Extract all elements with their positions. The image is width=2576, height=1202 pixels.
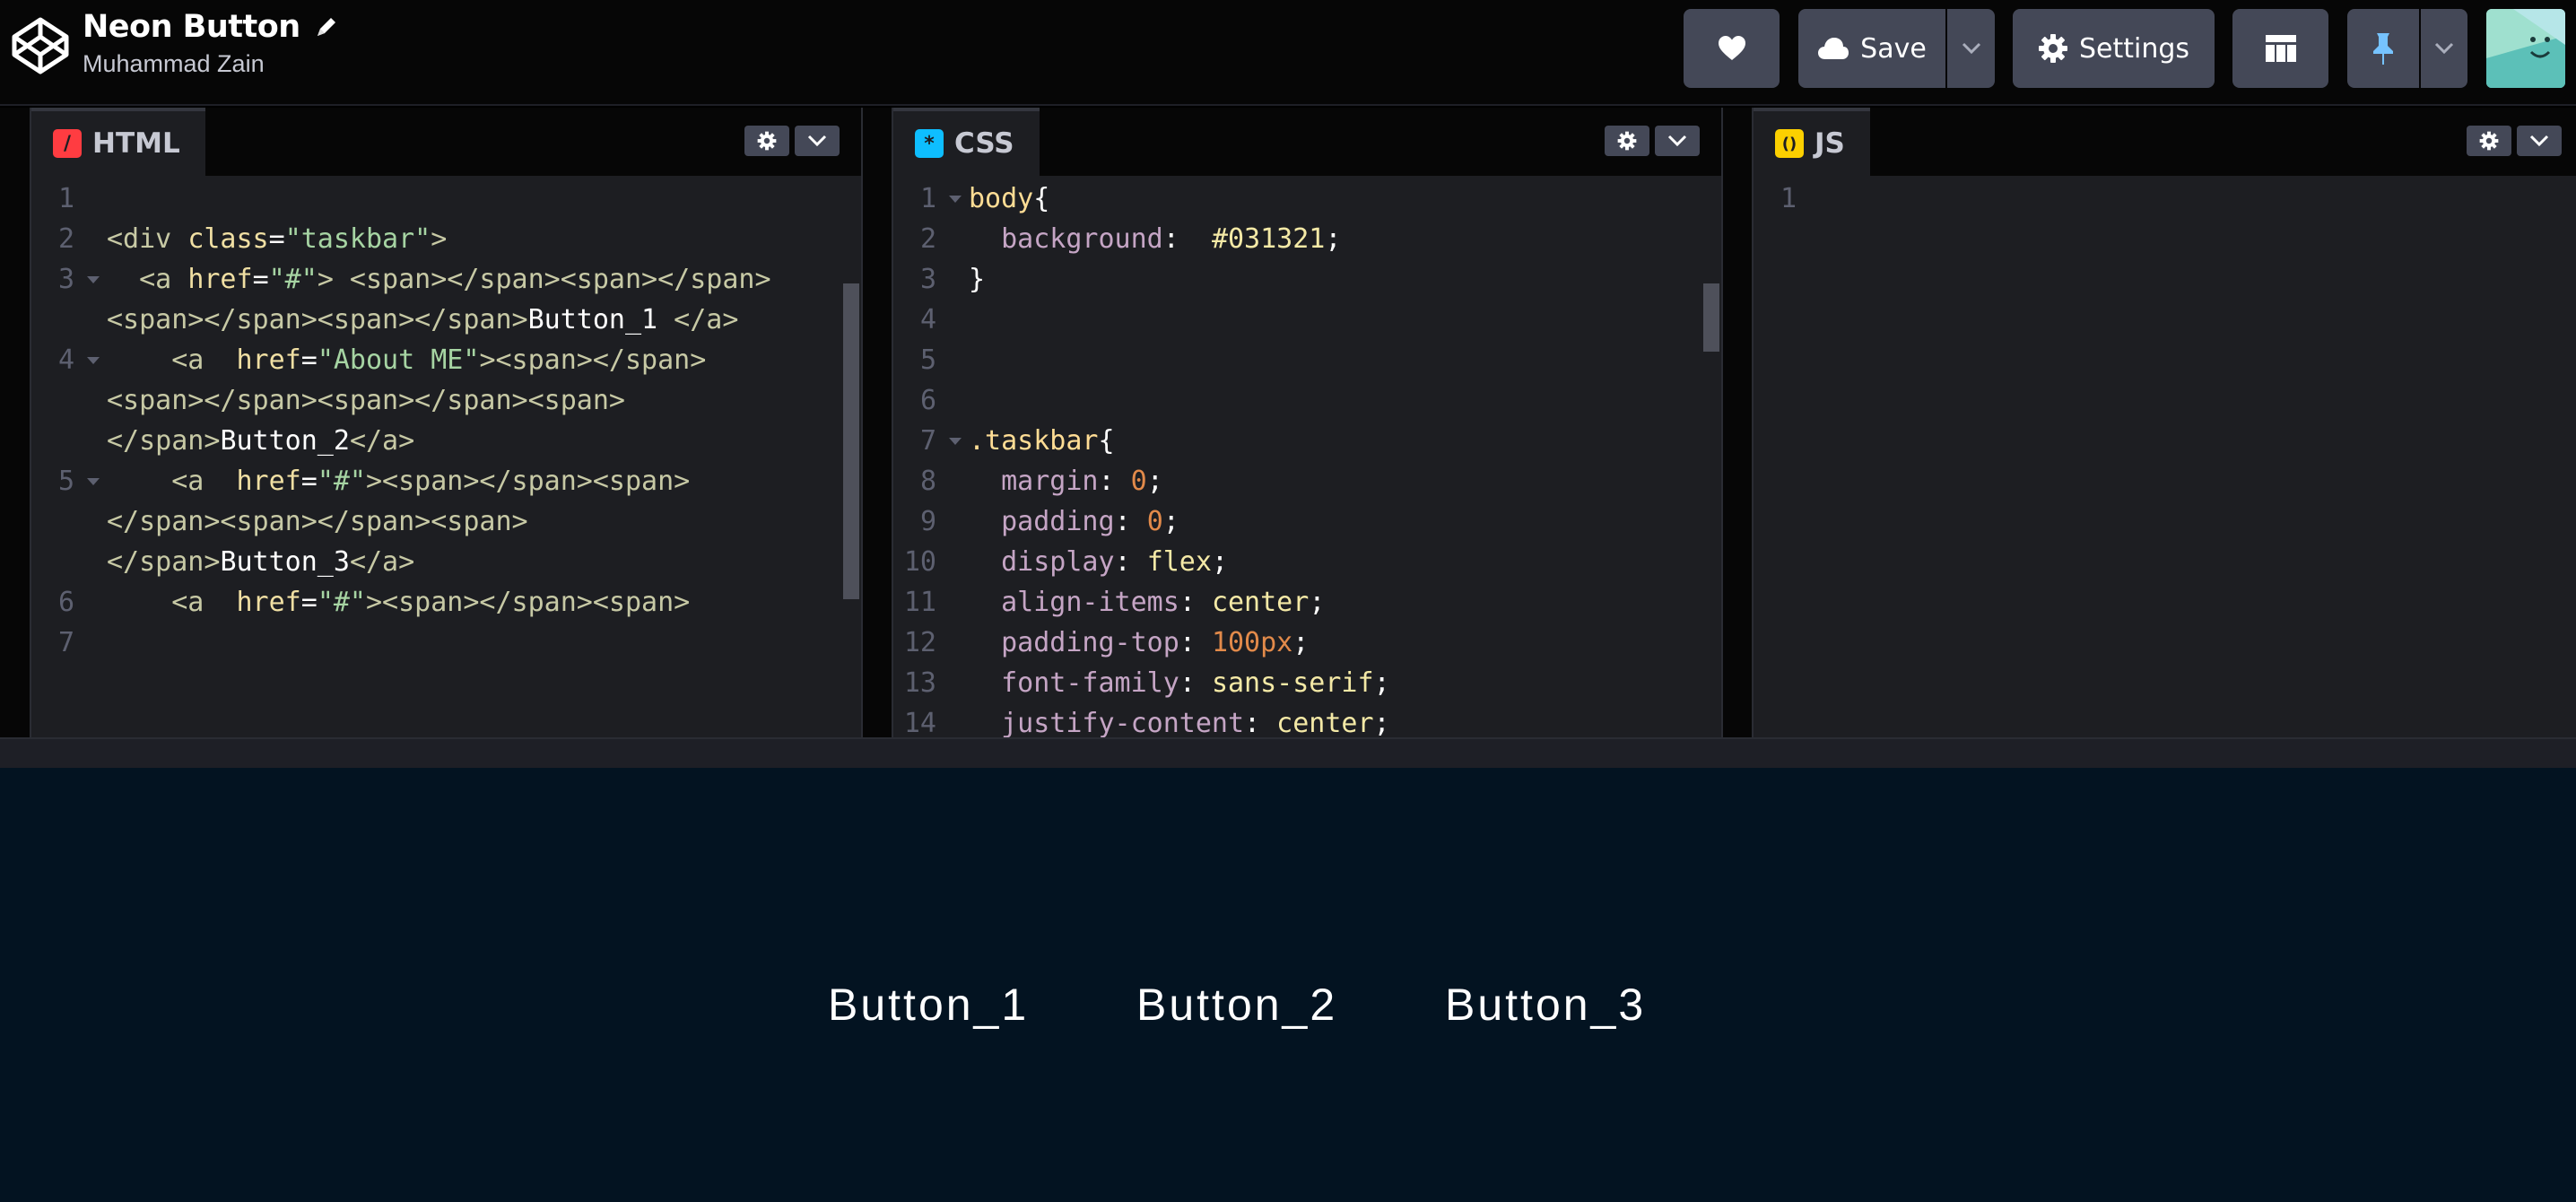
tab-css[interactable]: * CSS <box>893 108 1040 176</box>
edit-pencil-icon[interactable] <box>313 13 340 40</box>
code-line-wrap: </span><span></span><span> <box>107 506 528 537</box>
cloud-icon <box>1818 38 1849 59</box>
code-line: 13 font-family: sans-serif; <box>903 667 1390 699</box>
fold-arrow-icon[interactable] <box>87 357 100 364</box>
fold-arrow-icon[interactable] <box>87 276 100 283</box>
html-tab-icon: / <box>53 129 82 158</box>
code-line: 4 <a href = "About ME" ><span></span> <box>57 344 707 376</box>
css-tab-icon: * <box>915 129 944 158</box>
tab-js-label: JS <box>1815 127 1845 160</box>
code-line: 7 .taskbar{ <box>919 425 1115 457</box>
pen-title-text[interactable]: Neon Button <box>83 9 300 45</box>
css-scrollbar[interactable] <box>1703 283 1719 352</box>
code-line: 1 <box>1780 183 1797 214</box>
settings-label: Settings <box>2078 32 2190 65</box>
code-line: 8 margin: 0; <box>919 466 1163 497</box>
tab-html-label: HTML <box>92 127 180 160</box>
preview-button-3[interactable]: Button_3 <box>1445 979 1646 1031</box>
layout-grid-icon <box>2265 35 2296 62</box>
chevron-down-icon <box>1667 135 1687 147</box>
gear-icon <box>2038 34 2067 63</box>
settings-button[interactable]: Settings <box>2013 9 2215 88</box>
save-label: Save <box>1860 32 1927 65</box>
author-name[interactable]: Muhammad Zain <box>83 50 340 78</box>
js-editor-pane: () JS 1 <box>1752 108 2576 737</box>
tab-html[interactable]: / HTML <box>31 108 205 176</box>
css-code-editor[interactable]: 1 body{ 2 background: #031321; 3} 4 5 6 7… <box>893 176 1721 737</box>
love-button[interactable] <box>1684 9 1780 88</box>
js-tab-icon: () <box>1775 129 1804 158</box>
code-line: 14 justify-content: center; <box>903 708 1390 737</box>
pen-title[interactable]: Neon Button <box>83 9 340 45</box>
tab-js[interactable]: () JS <box>1754 108 1870 176</box>
heart-icon <box>1718 36 1745 60</box>
top-header: Neon Button Muhammad Zain Save Settings <box>0 0 2576 106</box>
codepen-logo-icon[interactable] <box>11 16 70 75</box>
preview-button-1[interactable]: Button_1 <box>828 979 1029 1031</box>
gear-icon <box>757 131 777 151</box>
code-line: 2 <div class = "taskbar" > <box>57 223 448 255</box>
pin-options-dropdown[interactable] <box>2421 9 2467 88</box>
html-collapse-button[interactable] <box>795 126 840 156</box>
html-settings-button[interactable] <box>744 126 789 156</box>
code-line: 6 <a href = "#" ><span></span><span> <box>57 587 691 618</box>
code-line: 1 body{ <box>919 183 1050 214</box>
html-editor-pane: / HTML 1 2 <div class = "taskbar" > 3 <a hre… <box>30 108 863 737</box>
pen-title-block: Neon Button Muhammad Zain <box>83 9 340 78</box>
code-line-wrap: <span></span><span></span><span> <box>107 385 625 416</box>
html-tabbar: / HTML <box>31 108 861 176</box>
css-settings-button[interactable] <box>1605 126 1649 156</box>
pin-icon <box>2373 33 2393 65</box>
fold-arrow-icon[interactable] <box>949 438 962 445</box>
user-avatar[interactable] <box>2486 9 2565 88</box>
code-line: 12 padding-top: 100px; <box>903 627 1310 658</box>
code-line: 9 padding: 0; <box>919 506 1179 537</box>
css-tabbar: * CSS <box>893 108 1721 176</box>
css-collapse-button[interactable] <box>1655 126 1700 156</box>
code-line: 5 <box>919 344 936 376</box>
html-scrollbar[interactable] <box>843 283 859 599</box>
editor-resize-handle[interactable] <box>0 737 2576 768</box>
chevron-down-icon <box>1962 42 1980 55</box>
editor-area: / HTML 1 2 <div class = "taskbar" > 3 <a hre… <box>0 108 2576 737</box>
code-line: 1 <box>57 183 74 214</box>
fold-arrow-icon[interactable] <box>87 478 100 485</box>
save-options-dropdown[interactable] <box>1947 9 1995 88</box>
tab-css-label: CSS <box>954 127 1014 160</box>
chevron-down-icon <box>2529 135 2549 147</box>
pin-button[interactable] <box>2347 9 2419 88</box>
code-line-wrap: </span> Button_2 </a> <box>107 425 415 457</box>
code-line: 4 <box>919 304 936 335</box>
code-line: 2 background: #031321; <box>919 223 1342 255</box>
code-line: 6 <box>919 385 936 416</box>
code-line-wrap: </span> Button_3 </a> <box>107 546 415 578</box>
gear-icon <box>2479 131 2499 151</box>
code-line: 7 <box>57 627 74 658</box>
code-line: 10 display: flex; <box>903 546 1228 578</box>
code-line: 3 <a href = "#" > <span></span><span></span… <box>57 264 771 295</box>
js-settings-button[interactable] <box>2467 126 2511 156</box>
change-view-button[interactable] <box>2232 9 2328 88</box>
code-line-wrap: <span></span><span></span> Button_1 </a> <box>107 304 739 335</box>
code-line: 5 <a href = "#" ><span></span><span> <box>57 466 691 497</box>
js-tabbar: () JS <box>1754 108 2576 176</box>
fold-arrow-icon[interactable] <box>949 196 962 203</box>
html-code-editor[interactable]: 1 2 <div class = "taskbar" > 3 <a href = "#" > … <box>31 176 861 737</box>
code-line: 3} <box>919 264 986 295</box>
js-code-editor[interactable]: 1 <box>1754 176 2576 737</box>
chevron-down-icon <box>807 135 827 147</box>
preview-button-2[interactable]: Button_2 <box>1136 979 1337 1031</box>
result-preview: Button_1 Button_2 Button_3 <box>0 768 2576 1202</box>
gear-icon <box>1617 131 1637 151</box>
css-editor-pane: * CSS 1 body{ 2 background: #031321; 3} 4… <box>892 108 1723 737</box>
js-collapse-button[interactable] <box>2517 126 2562 156</box>
chevron-down-icon <box>2434 42 2454 55</box>
save-button[interactable]: Save <box>1798 9 1945 88</box>
code-line: 11 align-items: center; <box>903 587 1326 618</box>
